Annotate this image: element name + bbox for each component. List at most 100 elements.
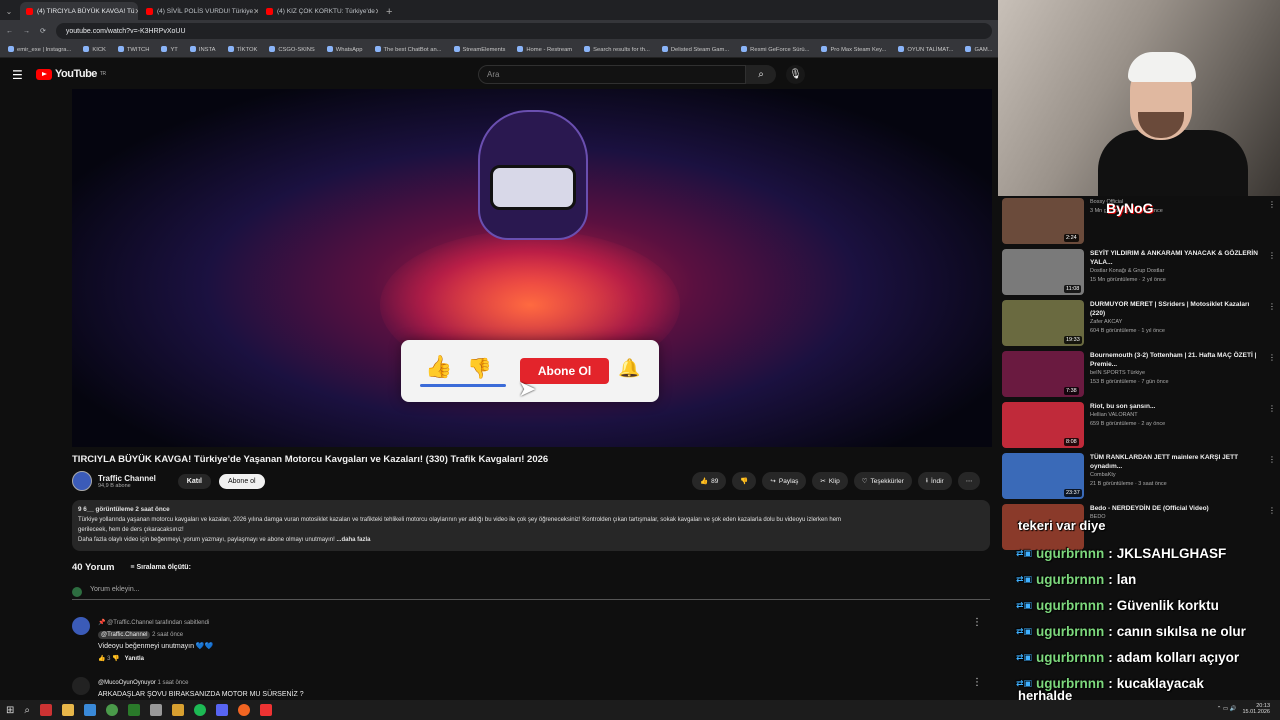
video-visor-graphic — [490, 165, 576, 210]
bookmark-item[interactable]: OYUN TALİMAT... — [898, 46, 953, 53]
channel-row: Traffic Channel 94,9 B abone Katıl Abone… — [72, 471, 265, 491]
app-icon[interactable] — [40, 704, 52, 716]
chrome-icon[interactable] — [106, 704, 118, 716]
tab-close-icon[interactable]: ✕ — [253, 7, 258, 16]
reload-icon[interactable]: ⟳ — [40, 27, 46, 35]
channel-avatar[interactable] — [72, 471, 92, 491]
bookmark-item[interactable]: TİKTOK — [228, 46, 258, 53]
join-button[interactable]: Katıl — [177, 473, 211, 489]
comment-menu-icon[interactable]: ⋮ — [972, 677, 982, 688]
recommended-video[interactable]: 7:38 Bournemouth (3-2) Tottenham | 21. Ha… — [1000, 351, 1280, 399]
comment-author[interactable]: @MucoOyunOynuyor — [98, 680, 156, 686]
bookmark-item[interactable]: Home - Restream — [517, 46, 572, 53]
reply-button[interactable]: Yanıtla — [125, 656, 144, 662]
like-button[interactable]: 👍 89 — [692, 472, 727, 490]
more-options-icon[interactable]: ⋮ — [1268, 251, 1276, 260]
app-icon[interactable] — [84, 704, 96, 716]
video-description[interactable]: 9 6__ görüntüleme 2 saat önce Türkiye yo… — [72, 500, 990, 551]
thanks-button[interactable]: ♡ Teşekkürler — [853, 472, 912, 490]
youtube-logo[interactable]: YouTube TR — [36, 68, 106, 80]
bookmark-item[interactable]: CSGO-SKINS — [269, 46, 314, 53]
app-icon[interactable] — [238, 704, 250, 716]
tab-1[interactable]: (4) TIRCIYLA BÜYÜK KAVGA! Tü ✕ — [20, 2, 138, 20]
search-icon[interactable]: ⌕ — [746, 65, 776, 84]
app-icon[interactable] — [172, 704, 184, 716]
comment-like-icon[interactable]: 👍 — [98, 656, 105, 662]
download-button[interactable]: ⭳ İndir — [917, 472, 952, 490]
recommended-title[interactable]: SEYİT YILDIRIM & ANKARAMI YANACAK & GÖZL… — [1090, 249, 1260, 267]
more-options-icon[interactable]: ⋮ — [1268, 353, 1276, 362]
recommended-title[interactable]: Bedo - NERDEYDİN DE (Official Video) — [1090, 504, 1260, 513]
recommended-title[interactable]: TÜM RANKLARDAN JETT mainlere KARŞI JETT … — [1090, 453, 1260, 471]
forward-icon[interactable]: → — [23, 28, 30, 35]
search-input[interactable]: Ara — [478, 65, 746, 84]
show-more-link[interactable]: ...daha fazla — [336, 537, 370, 543]
tab-close-icon[interactable]: ✕ — [375, 7, 378, 16]
overlay-bell-icon: 🔔 — [618, 358, 641, 378]
chat-colon: : — [1108, 675, 1113, 691]
spotify-icon[interactable] — [194, 704, 206, 716]
app-icon[interactable] — [260, 704, 272, 716]
sort-button[interactable]: ≡ Sıralama ölçütü: — [130, 564, 191, 571]
tab-close-icon[interactable]: ✕ — [135, 7, 138, 16]
bookmark-item[interactable]: Search results for th... — [584, 46, 650, 53]
tray-icons[interactable]: ⌃ ▭ 🔊 — [1217, 706, 1237, 712]
bookmark-item[interactable]: Pro Max Steam Key... — [821, 46, 886, 53]
view-count: 9 6__ görüntüleme 2 saat önce — [78, 506, 170, 513]
bookmark-item[interactable]: The best ChatBot an... — [375, 46, 442, 53]
tab-2[interactable]: (4) SİVİL POLİS VURDU! Türkiye ✕ — [140, 2, 258, 20]
more-actions-button[interactable]: ⋯ — [957, 472, 981, 490]
comment-avatar[interactable] — [72, 617, 90, 635]
bookmark-item[interactable]: WhatsApp — [327, 46, 363, 53]
back-icon[interactable]: ← — [6, 28, 13, 35]
taskbar-search-icon[interactable]: ⌕ — [24, 705, 30, 716]
bookmark-item[interactable]: YT — [161, 46, 177, 53]
bookmark-item[interactable]: INSTA — [190, 46, 216, 53]
more-options-icon[interactable]: ⋮ — [1268, 404, 1276, 413]
recommended-title[interactable]: DURMUYOR MERET | SSriders | Motosiklet K… — [1090, 300, 1260, 318]
tab-3[interactable]: (4) KIZ ÇOK KORKTU: Türkiye'de✕ — [260, 2, 378, 20]
channel-name[interactable]: Traffic Channel — [98, 474, 156, 483]
bookmark-item[interactable]: Resmi GeForce Sürü... — [741, 46, 809, 53]
comment-avatar[interactable] — [72, 677, 90, 695]
youtube-play-icon — [36, 68, 52, 80]
share-button[interactable]: ↪ Paylaş — [762, 472, 807, 490]
add-comment-input[interactable]: Yorum ekleyin... — [72, 586, 990, 600]
microphone-icon[interactable]: 🎙 — [786, 65, 805, 84]
bookmark-item[interactable]: GAM... — [965, 46, 992, 53]
subscribe-button[interactable]: Abone ol — [218, 473, 265, 489]
excel-icon[interactable] — [128, 704, 140, 716]
more-options-icon[interactable]: ⋮ — [1268, 302, 1276, 311]
more-options-icon[interactable]: ⋮ — [1268, 200, 1276, 209]
dislike-button[interactable]: 👎 — [732, 472, 757, 490]
more-options-icon[interactable]: ⋮ — [1268, 506, 1276, 515]
bookmark-item[interactable]: emir_exe | Instagra... — [8, 46, 71, 53]
bookmark-item[interactable]: TWITCH — [118, 46, 150, 53]
clip-button[interactable]: ✂ Klip — [812, 472, 848, 490]
more-options-icon[interactable]: ⋮ — [1268, 455, 1276, 464]
recommended-video[interactable]: 19:33 DURMUYOR MERET | SSriders | Motosik… — [1000, 300, 1280, 348]
recommended-video[interactable]: 11:08 SEYİT YILDIRIM & ANKARAMI YANACAK &… — [1000, 249, 1280, 297]
tab-1-label: (4) TIRCIYLA BÜYÜK KAVGA! Tü — [37, 7, 135, 15]
recommended-channel: beIN SPORTS Türkiye — [1090, 370, 1146, 376]
tab-search-icon[interactable]: ⌄ — [0, 7, 18, 16]
menu-icon[interactable]: ☰ — [12, 68, 23, 82]
comment-author[interactable]: @Traffic.Channel — [98, 631, 151, 639]
comment-dislike-icon[interactable]: 👎 — [112, 656, 119, 662]
comment-menu-icon[interactable]: ⋮ — [972, 617, 982, 628]
bookmark-item[interactable]: Delisted Steam Gam... — [662, 46, 729, 53]
url-field[interactable]: youtube.com/watch?v=-K3HRPvXoUU — [55, 23, 992, 39]
recommended-title[interactable]: Riot, bu son şansın... — [1090, 402, 1260, 411]
bookmark-item[interactable]: StreamElements — [454, 46, 506, 53]
new-tab-button[interactable]: + — [386, 6, 392, 18]
discord-icon[interactable] — [216, 704, 228, 716]
bookmark-item[interactable]: KICK — [83, 46, 106, 53]
file-explorer-icon[interactable] — [62, 704, 74, 716]
clock[interactable]: 20:13 15.01.2026 — [1242, 703, 1270, 715]
video-duration: 7:38 — [1064, 387, 1079, 395]
recommended-title[interactable]: Bournemouth (3-2) Tottenham | 21. Hafta … — [1090, 351, 1260, 369]
windows-start-icon[interactable]: ⊞ — [6, 705, 14, 716]
recommended-video[interactable]: 8:08 Riot, bu son şansın... Hellian VALORA… — [1000, 402, 1280, 450]
calculator-icon[interactable] — [150, 704, 162, 716]
recommended-video[interactable]: 23:37 TÜM RANKLARDAN JETT mainlere KARŞI … — [1000, 453, 1280, 501]
